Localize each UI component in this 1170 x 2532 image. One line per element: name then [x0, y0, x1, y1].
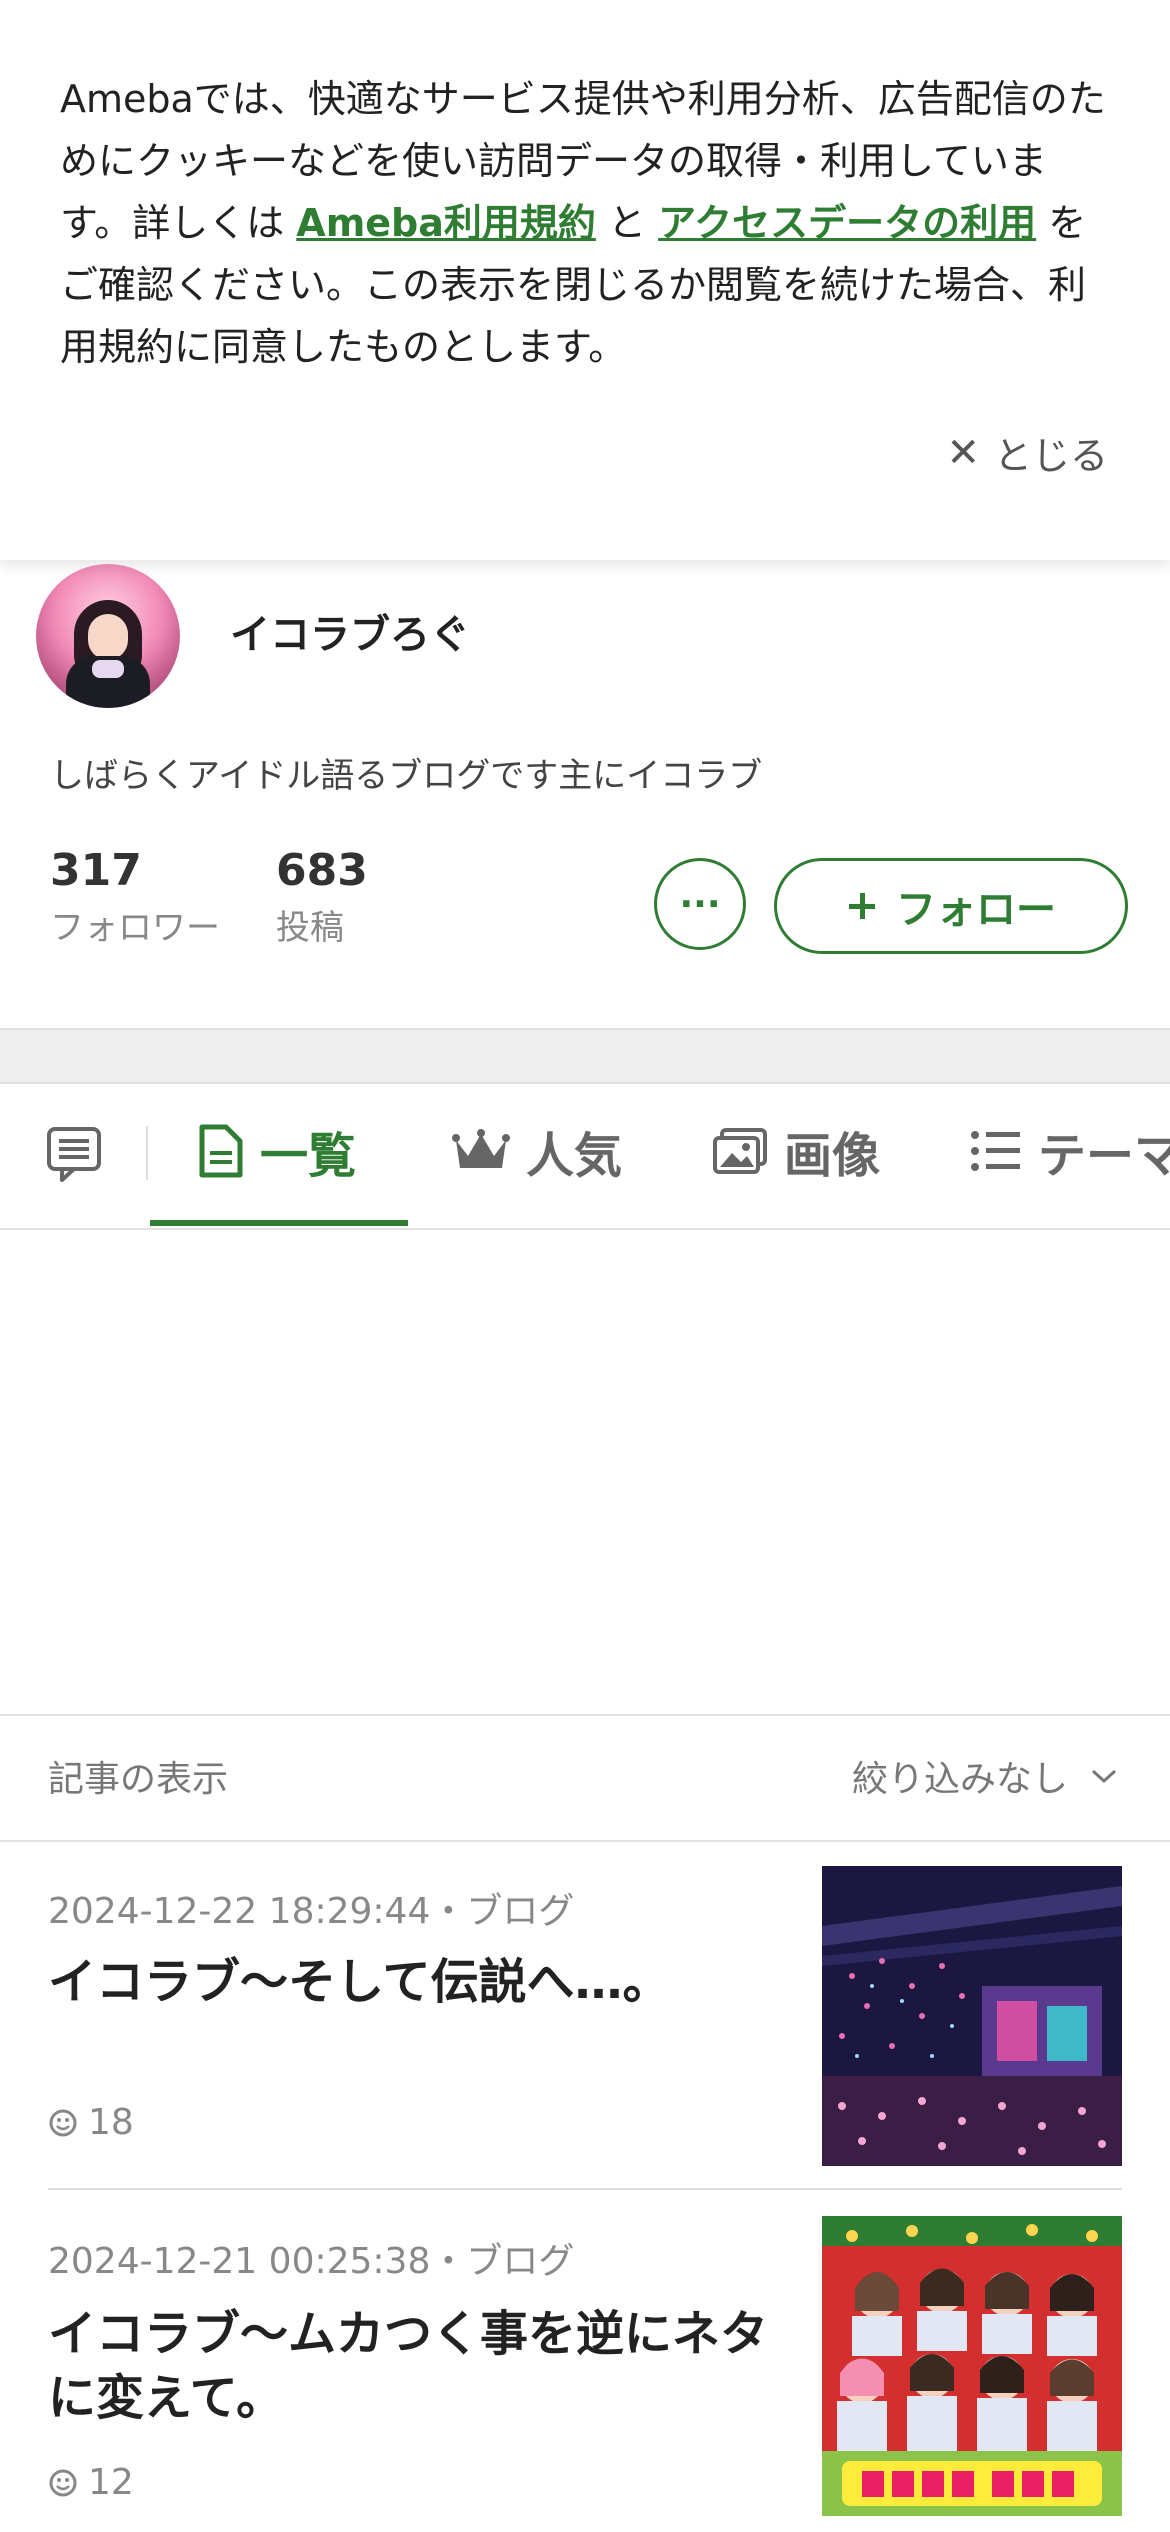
article-title[interactable]: イコラブ〜そして伝説へ…。 [48, 1950, 788, 2014]
list-icon [971, 1131, 1020, 1171]
article-thumbnail[interactable] [822, 2216, 1122, 2516]
filter-dropdown[interactable]: 絞り込みなし [852, 1750, 1118, 1802]
likes-count: 18 [88, 2102, 134, 2143]
document-icon [199, 1124, 243, 1178]
cookie-close-label: とじる [993, 434, 1108, 478]
section-divider [0, 1028, 1170, 1084]
blog-tabs: 一覧 人気 画像 テーマ [0, 1082, 1170, 1230]
more-options-button[interactable]: ··· [654, 858, 746, 950]
tab-popular[interactable]: 人気 [452, 1116, 622, 1186]
tab-themes[interactable]: テーマ [970, 1116, 1170, 1186]
terms-link[interactable]: Ameba利用規約 [296, 201, 596, 245]
follow-label: フォロー [896, 887, 1056, 933]
cookie-banner: Amebaでは、快適なサービス提供や利用分析、広告配信のためにクッキーなどを使い… [0, 0, 1170, 560]
followers-stat[interactable]: 317 フォロワー [50, 845, 220, 949]
crown-icon [452, 1129, 510, 1168]
likes-count: 12 [88, 2462, 134, 2503]
group-photo-image [822, 2216, 1122, 2516]
article-meta: 2024-12-22 18:29:44・ブログ [48, 1891, 575, 1932]
filter-label: 記事の表示 [48, 1759, 229, 1800]
cookie-close-button[interactable]: ✕ とじる [946, 425, 1108, 480]
filter-value: 絞り込みなし [851, 1759, 1068, 1800]
active-tab-indicator [150, 1220, 408, 1226]
cookie-text: Amebaでは、快適なサービス提供や利用分析、広告配信のためにクッキーなどを使い… [60, 68, 1110, 378]
followers-label: フォロワー [50, 908, 220, 948]
tab-separator [146, 1126, 148, 1180]
ellipsis-icon: ··· [679, 883, 721, 925]
article-meta: 2024-12-21 00:25:38・ブログ [48, 2241, 575, 2282]
posts-stat: 683 投稿 [276, 845, 368, 949]
follow-button[interactable]: フォロー [774, 858, 1128, 954]
followers-count: 317 [50, 845, 142, 896]
tab-images[interactable]: 画像 [712, 1116, 880, 1186]
close-icon: ✕ [946, 429, 980, 476]
article-divider [48, 2188, 1122, 2190]
chevron-down-icon [1091, 1769, 1117, 1784]
avatar[interactable] [36, 564, 180, 708]
article-title[interactable]: イコラブ〜ムカつく事を逆にネタに変えて。 [48, 2302, 788, 2430]
blog-title[interactable]: イコラブろぐ [230, 602, 470, 660]
blog-description: しばらくアイドル語るブログです主にイコラブ [50, 756, 763, 796]
article-thumbnail[interactable] [822, 1866, 1122, 2166]
image-icon [713, 1128, 767, 1174]
posts-label: 投稿 [276, 908, 344, 948]
plus-icon [849, 893, 875, 919]
smile-icon [49, 2469, 77, 2496]
comment-list-icon[interactable] [46, 1126, 102, 1184]
tab-images-label: 画像 [784, 1128, 881, 1184]
access-data-link[interactable]: アクセスデータの利用 [658, 201, 1036, 245]
concert-image [822, 1866, 1122, 2166]
tab-themes-label: テーマ [1038, 1128, 1170, 1184]
article-filter-row: 記事の表示 絞り込みなし [0, 1714, 1170, 1842]
article-likes: 12 [48, 2462, 134, 2503]
smile-icon [49, 2109, 77, 2136]
tab-list[interactable]: 一覧 [198, 1116, 356, 1186]
posts-count: 683 [276, 845, 368, 896]
article-likes: 18 [48, 2102, 134, 2143]
tab-popular-label: 人気 [526, 1128, 623, 1184]
tab-list-label: 一覧 [260, 1128, 357, 1184]
cookie-text-part: と [595, 201, 659, 245]
